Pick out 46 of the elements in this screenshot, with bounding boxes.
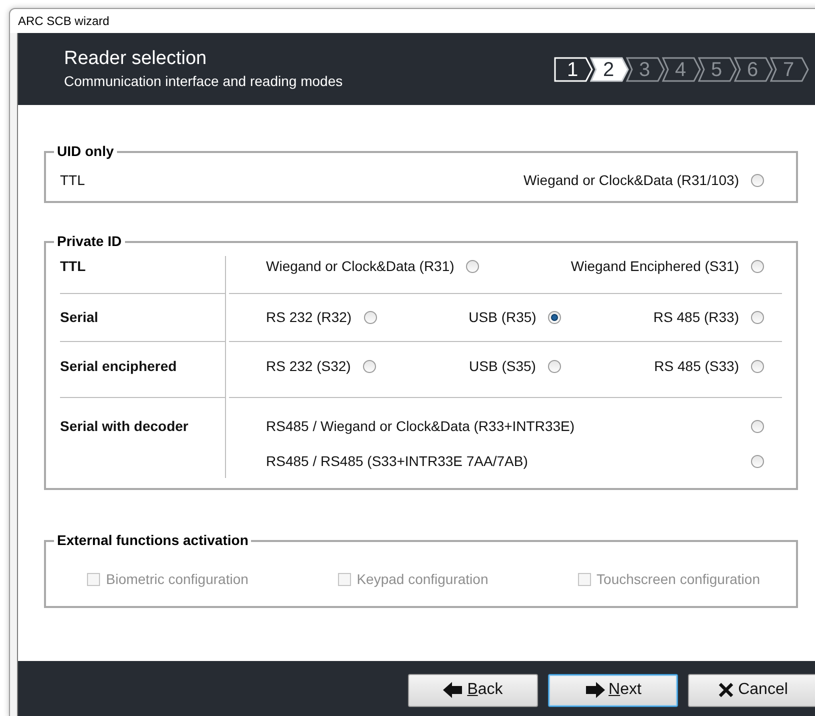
group-title: UID only	[56, 142, 115, 161]
radio-button[interactable]	[362, 360, 376, 373]
interface-label: Serial	[60, 309, 98, 325]
wizard-step: 3	[626, 57, 666, 82]
group-title: External functions activation	[56, 531, 250, 550]
interface-label: TTL	[60, 258, 86, 274]
wizard-step: 2	[590, 57, 630, 82]
back-button[interactable]: Back	[408, 674, 538, 706]
interface-label: TTL	[60, 171, 85, 190]
option-label: RS 485 (S33)	[654, 357, 739, 376]
radio-button[interactable]	[751, 455, 764, 468]
radio-button[interactable]	[751, 174, 764, 187]
next-button[interactable]: Next	[548, 674, 678, 706]
option-label: RS 232 (S32)	[266, 357, 351, 376]
close-icon	[718, 682, 734, 698]
option-label: RS485 / Wiegand or Clock&Data (R33+INTR33E)	[266, 417, 575, 436]
window-title: ARC SCB wizard	[18, 13, 110, 30]
group-title: Private ID	[56, 232, 123, 251]
radio-button[interactable]	[750, 360, 764, 373]
wizard-step: 6	[734, 57, 774, 82]
radio-button[interactable]	[466, 260, 480, 273]
option-label: USB (S35)	[469, 357, 536, 376]
option-label: Wiegand or Clock&Data (R31)	[266, 257, 454, 276]
page-subtitle: Communication interface and reading modes	[64, 72, 343, 91]
option-label: RS 232 (R32)	[266, 308, 352, 327]
radio-button[interactable]	[364, 311, 377, 324]
radio-button[interactable]	[751, 311, 764, 324]
wizard-step: 4	[662, 57, 702, 82]
wizard-step: 5	[698, 57, 738, 82]
arrow-left-icon	[443, 682, 464, 698]
radio-button[interactable]	[751, 420, 764, 433]
wizard-step: 7	[770, 57, 810, 82]
option-label: Wiegand or Clock&Data (R31/103)	[523, 171, 739, 190]
option-label: USB (R35)	[468, 308, 536, 327]
option-label: RS 485 (R33)	[653, 308, 739, 327]
radio-button[interactable]	[751, 260, 764, 273]
wizard-step: 1	[554, 57, 594, 82]
option-label: Wiegand Enciphered (S31)	[570, 257, 739, 276]
interface-label: Serial enciphered	[60, 358, 177, 374]
interface-label: Serial with decoder	[60, 418, 188, 434]
cancel-button[interactable]: Cancel	[688, 674, 815, 706]
page-title: Reader selection	[64, 47, 208, 71]
option-label: RS485 / RS485 (S33+INTR33E 7AA/7AB)	[266, 452, 528, 471]
radio-button[interactable]	[548, 311, 562, 324]
radio-button[interactable]	[548, 360, 561, 373]
arrow-right-icon	[584, 682, 605, 698]
